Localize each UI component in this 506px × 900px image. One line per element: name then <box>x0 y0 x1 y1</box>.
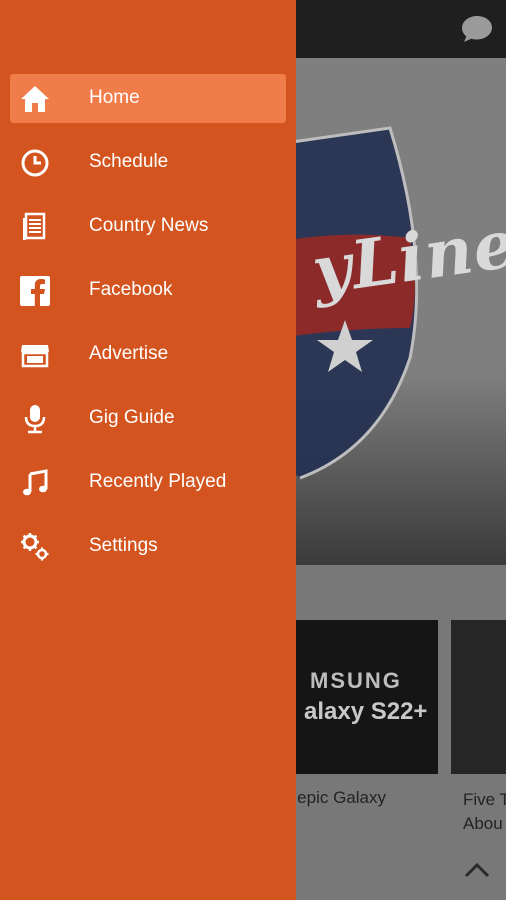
drawer-item-label: Advertise <box>89 343 169 364</box>
news-card-brand-text: MSUNG <box>310 668 402 693</box>
drawer-item-home[interactable]: Home <box>0 68 296 132</box>
news-card-thumbnail[interactable] <box>451 620 506 774</box>
newspaper-icon <box>18 210 52 244</box>
chat-bubble-icon[interactable] <box>460 14 494 44</box>
facebook-icon <box>18 274 52 308</box>
drawer-item-label: Schedule <box>89 151 169 172</box>
clock-icon <box>18 146 52 180</box>
drawer-item-label: Home <box>89 87 140 108</box>
drawer-item-label: Recently Played <box>89 471 227 492</box>
drawer-item-label: Country News <box>89 215 209 236</box>
drawer-item-schedule[interactable]: Schedule <box>0 132 296 196</box>
drawer-item-advertise[interactable]: Advertise <box>0 324 296 388</box>
microphone-icon <box>18 402 52 436</box>
drawer-item-gig-guide[interactable]: Gig Guide <box>0 388 296 452</box>
news-card-caption[interactable]: n epic Galaxy <box>283 788 386 808</box>
drawer-item-label: Gig Guide <box>89 407 175 428</box>
news-card-model-text: alaxy S22+ <box>304 698 428 725</box>
chevron-up-icon[interactable] <box>462 858 492 880</box>
navigation-drawer: Home Schedule Country News Facebook Adve… <box>0 0 296 900</box>
news-card-caption[interactable]: Five T Abou <box>463 788 506 836</box>
home-icon <box>18 82 52 116</box>
drawer-item-label: Facebook <box>89 279 173 300</box>
drawer-item-country-news[interactable]: Country News <box>0 196 296 260</box>
drawer-menu: Home Schedule Country News Facebook Adve… <box>0 68 296 580</box>
music-note-icon <box>18 466 52 500</box>
drawer-item-recently-played[interactable]: Recently Played <box>0 452 296 516</box>
drawer-item-settings[interactable]: Settings <box>0 516 296 580</box>
drawer-item-facebook[interactable]: Facebook <box>0 260 296 324</box>
drawer-item-label: Settings <box>89 535 158 556</box>
gears-icon <box>18 530 52 564</box>
storefront-icon <box>18 338 52 372</box>
